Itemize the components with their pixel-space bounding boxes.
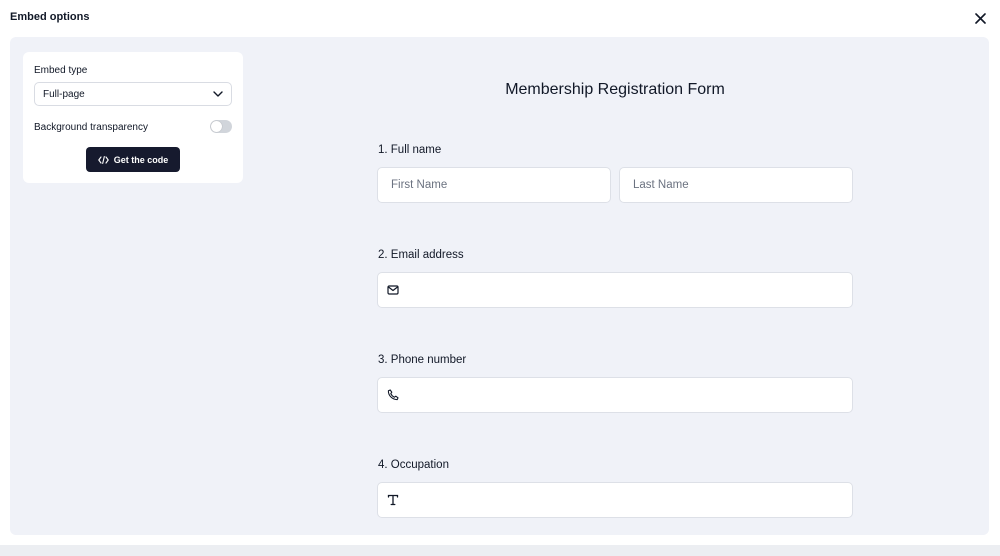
- phone-input[interactable]: [377, 377, 853, 413]
- question-label-email: 2. Email address: [378, 249, 464, 261]
- modal-header: Embed options: [0, 0, 1000, 37]
- phone-icon: [387, 389, 399, 401]
- embed-type-select[interactable]: Full-page: [34, 82, 232, 106]
- embed-settings-panel: Embed type Full-page Background transpar…: [23, 52, 243, 183]
- embed-options-modal: Embed options Embed type Full-page Backg…: [0, 0, 1000, 556]
- close-icon: [974, 12, 986, 24]
- get-code-label: Get the code: [113, 154, 169, 165]
- close-button[interactable]: [970, 8, 990, 28]
- question-label-occupation: 4. Occupation: [378, 459, 449, 471]
- text-icon: [387, 494, 399, 506]
- last-name-placeholder: Last Name: [633, 179, 689, 191]
- toggle-knob: [211, 121, 222, 132]
- get-code-button[interactable]: Get the code: [86, 147, 180, 172]
- occupation-input[interactable]: [377, 482, 853, 518]
- last-name-input[interactable]: Last Name: [619, 167, 853, 203]
- first-name-placeholder: First Name: [391, 179, 448, 191]
- background-transparency-toggle[interactable]: [210, 120, 232, 133]
- code-icon: [97, 155, 109, 164]
- background-transparency-label: Background transparency: [34, 122, 148, 133]
- form-preview[interactable]: Embed type Full-page Background transpar…: [10, 37, 989, 535]
- footer-strip: [0, 545, 1000, 556]
- chevron-down-icon: [213, 91, 223, 97]
- embed-type-value: Full-page: [43, 88, 85, 100]
- embed-type-label: Embed type: [34, 65, 88, 76]
- question-label-full-name: 1. Full name: [378, 144, 442, 156]
- email-input[interactable]: [377, 272, 853, 308]
- first-name-input[interactable]: First Name: [377, 167, 611, 203]
- modal-title: Embed options: [10, 11, 90, 23]
- form-title: Membership Registration Form: [505, 81, 725, 98]
- mail-icon: [387, 285, 399, 295]
- question-label-phone: 3. Phone number: [378, 354, 467, 366]
